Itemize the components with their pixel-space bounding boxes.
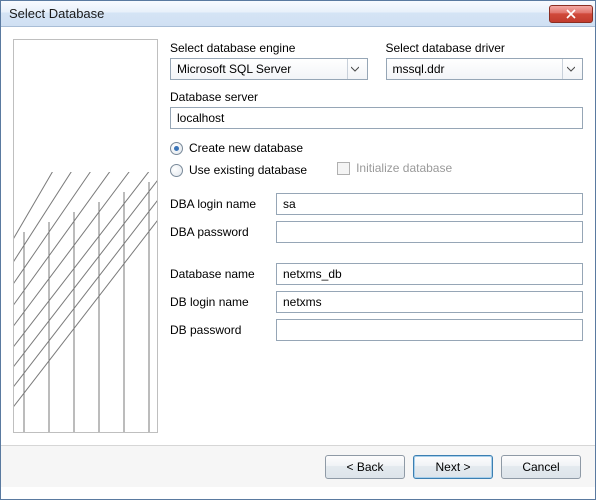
server-input[interactable]: localhost — [170, 107, 583, 129]
dba-password-input[interactable] — [276, 221, 583, 243]
driver-label: Select database driver — [386, 41, 584, 55]
engine-label: Select database engine — [170, 41, 368, 55]
db-name-label: Database name — [170, 267, 276, 281]
driver-combobox[interactable]: mssql.ddr — [386, 58, 584, 80]
checkbox-initialize-label: Initialize database — [356, 161, 452, 175]
building-illustration-icon — [14, 172, 158, 432]
cancel-button[interactable]: Cancel — [501, 455, 581, 479]
close-button[interactable] — [549, 5, 593, 23]
close-icon — [566, 9, 576, 19]
radio-create-new[interactable] — [170, 142, 183, 155]
checkbox-initialize[interactable] — [337, 162, 350, 175]
db-password-input[interactable] — [276, 319, 583, 341]
db-login-label: DB login name — [170, 295, 276, 309]
content-area: Select database engine Microsoft SQL Ser… — [1, 27, 595, 445]
titlebar: Select Database — [1, 1, 595, 27]
dialog-window: Select Database Select database engi — [0, 0, 596, 500]
form-area: Select database engine Microsoft SQL Ser… — [170, 39, 583, 433]
back-button[interactable]: < Back — [325, 455, 405, 479]
next-button[interactable]: Next > — [413, 455, 493, 479]
button-bar: < Back Next > Cancel — [1, 445, 595, 487]
radio-create-label: Create new database — [189, 141, 303, 155]
dba-login-label: DBA login name — [170, 197, 276, 211]
engine-combobox[interactable]: Microsoft SQL Server — [170, 58, 368, 80]
server-label: Database server — [170, 90, 583, 104]
dba-password-label: DBA password — [170, 225, 276, 239]
driver-value: mssql.ddr — [393, 62, 563, 76]
db-password-label: DB password — [170, 323, 276, 337]
chevron-down-icon — [347, 59, 363, 79]
radio-existing-label: Use existing database — [189, 163, 307, 177]
db-login-input[interactable]: netxms — [276, 291, 583, 313]
radio-use-existing[interactable] — [170, 164, 183, 177]
window-title: Select Database — [9, 6, 549, 21]
dba-login-input[interactable]: sa — [276, 193, 583, 215]
db-name-input[interactable]: netxms_db — [276, 263, 583, 285]
wizard-sidebar-image — [13, 39, 158, 433]
chevron-down-icon — [562, 59, 578, 79]
engine-value: Microsoft SQL Server — [177, 62, 347, 76]
